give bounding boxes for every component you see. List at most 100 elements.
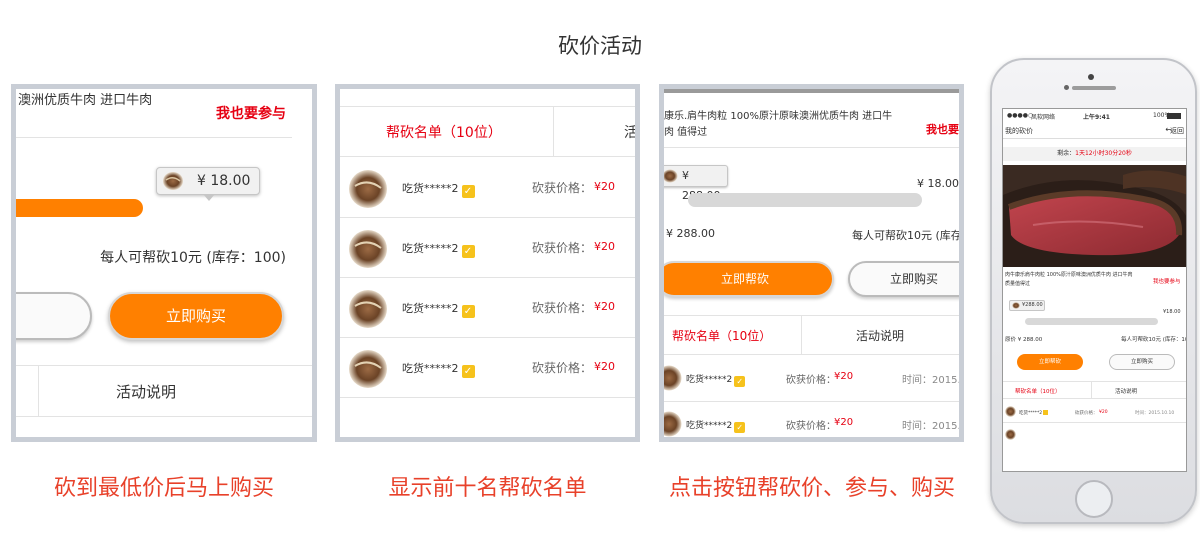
price-value: ¥20 [594, 300, 615, 313]
bubble-price: ¥ 18.00 [197, 173, 251, 189]
price-value: ¥20 [1099, 410, 1108, 415]
tab-bar: 帮砍名单（10位） 活 [340, 107, 635, 157]
helper-name: 吃货*****2 ✓ [402, 180, 475, 198]
status-bar: ●●●●○ 凤软网络 上午9:41 100% [1003, 109, 1186, 123]
tab-divider [38, 366, 39, 416]
verified-icon: ✓ [461, 365, 475, 378]
tab-helper-list[interactable]: 帮砍名单（10位） [386, 122, 502, 142]
avatar [1005, 406, 1016, 417]
secondary-button[interactable] [16, 292, 92, 340]
tab-divider [1091, 382, 1092, 398]
verified-icon: ✓ [461, 245, 475, 258]
list-item: 吃货*****2 砍获价格： ¥20 时间：2015.10.10 [1003, 401, 1186, 423]
time-value: 时间：2015.10. [902, 421, 961, 432]
top-strip [664, 89, 959, 93]
avatar [349, 290, 387, 328]
avatar [349, 170, 387, 208]
progress-bar [16, 199, 208, 217]
limit-text: 每人可帮砍10元 (库存： [852, 229, 964, 242]
buy-now-button[interactable]: 立即购买 [848, 261, 959, 297]
price-bubble: ¥288.00 [1009, 300, 1045, 311]
panel-buy-lowest: 澳洲优质牛肉 进口牛肉 我也要参与 ¥ 18.00 每人可帮砍10元 (库存：1… [11, 84, 317, 442]
tab-activity-info[interactable]: 活动说明 [856, 327, 904, 344]
price-label: 砍获价格： [532, 241, 593, 255]
list-item: 吃货*****2✓ 砍获价格： ¥20 时间：2015.10. [664, 402, 959, 437]
price-label: 砍获价格： [532, 181, 593, 195]
price-label: 砍获价格： [1075, 411, 1098, 416]
price-label: 砍获价格： [532, 361, 593, 375]
product-title: 肉牛康乐肩牛肉粒 100%原汁原味澳洲优质牛肉 进口牛肉 质量值得过 [1005, 272, 1133, 287]
price-label: 砍获价格： [786, 375, 836, 386]
steak-thumbnail-icon [664, 169, 678, 183]
tab-activity-info[interactable]: 活动说明 [116, 381, 176, 402]
limit-text: 每人可帮砍10元 (库存：100) [1121, 337, 1187, 343]
buy-now-button[interactable]: 立即购买 [1109, 354, 1175, 370]
nav-title: 我的砍价 [1005, 127, 1033, 135]
current-price: 原价 ¥ 288.00 [1005, 337, 1043, 343]
list-item: 吃货*****2 ✓ 砍获价格： ¥20 [340, 338, 635, 398]
tab-activity-info[interactable]: 活动说明 [1115, 387, 1137, 395]
phone-screen: ●●●●○ 凤软网络 上午9:41 100% 我的砍价 ← 返回 剩余：1天12… [1002, 108, 1187, 472]
sensor-icon [1064, 85, 1069, 90]
target-price: ¥ 18.00 [917, 177, 959, 190]
tab-divider [801, 316, 802, 354]
progress-fill [16, 199, 143, 217]
divider [16, 137, 292, 138]
price-bubble: ¥ 18.00 [156, 167, 260, 201]
steak-thumbnail-icon [163, 172, 183, 190]
signal-icon: ●●●●○ [1007, 112, 1034, 119]
tab-helper-list[interactable]: 帮砍名单（10位） [672, 327, 771, 344]
list-item: 吃货*****2 ✓ 砍获价格： ¥20 [340, 218, 635, 278]
page-title: 砍价活动 [558, 34, 642, 58]
panel-help-join-buy: 康乐.肩牛肉粒 100%原汁原味澳洲优质牛肉 进口牛肉 值得过 我也要参 ¥ 2… [659, 84, 964, 442]
progress-bar [688, 193, 922, 207]
panel-helper-list: 帮砍名单（10位） 活 吃货*****2 ✓ 砍获价格： ¥20 吃货*****2… [335, 84, 640, 442]
carrier-name: 凤软网络 [1031, 114, 1056, 121]
steak-thumbnail-icon [1012, 302, 1020, 309]
price-value: ¥20 [594, 240, 615, 253]
avatar [349, 230, 387, 268]
camera-icon [1088, 74, 1094, 80]
price-value: ¥20 [594, 180, 615, 193]
avatar [664, 365, 682, 391]
price-label: 砍获价格： [786, 421, 836, 432]
caption-1: 砍到最低价后马上购买 [53, 476, 274, 501]
helper-name: 吃货*****2 ✓ [686, 372, 746, 387]
avatar [349, 350, 387, 388]
tab-helper-list[interactable]: 帮砍名单（10位） [1015, 387, 1061, 395]
caption-3: 点击按钮帮砍价、参与、购买 [668, 476, 955, 501]
list-item: 吃货*****2 ✓ 砍获价格： ¥20 [340, 158, 635, 218]
price-value: ¥20 [594, 360, 615, 373]
home-button[interactable] [1075, 480, 1113, 518]
caption-2: 显示前十名帮砍名单 [388, 476, 587, 501]
helper-name: 吃货*****2 ✓ [402, 300, 475, 318]
verified-icon: ✓ [461, 185, 475, 198]
price-value: ¥20 [834, 417, 854, 428]
back-button[interactable]: 返回 [1170, 126, 1184, 136]
speaker-icon [1072, 86, 1116, 90]
divider [664, 147, 959, 148]
helper-name: 吃货*****2 [1019, 410, 1049, 416]
list-item: 吃货*****2✓ 砍获价格： ¥20 时间：2015.10. [664, 356, 959, 402]
join-link[interactable]: 我也要参与 [216, 103, 286, 123]
join-link[interactable]: 我也要参 [926, 121, 959, 137]
progress-bar [1025, 318, 1158, 325]
help-bargain-button[interactable]: 立即帮砍 [664, 261, 834, 297]
target-price: ¥18.00 [1163, 309, 1181, 315]
tab-activity-info[interactable]: 活 [624, 122, 635, 142]
time-value: 时间：2015.10.10 [1135, 411, 1175, 416]
product-title: 澳洲优质牛肉 进口牛肉 [18, 93, 153, 108]
buy-now-button[interactable]: 立即购买 [108, 292, 284, 340]
verified-icon: ✓ [734, 376, 746, 387]
tab-bar: 帮砍名单（10位） 活动说明 [664, 315, 959, 355]
steak-photo [1003, 165, 1186, 267]
avatar [1005, 429, 1016, 440]
verified-icon: ✓ [461, 305, 475, 318]
time-value: 时间：2015.10. [902, 375, 961, 386]
help-bargain-button[interactable]: 立即帮砍 [1017, 354, 1083, 370]
join-link[interactable]: 我也要参与 [1153, 277, 1181, 285]
phone-mockup: ●●●●○ 凤软网络 上午9:41 100% 我的砍价 ← 返回 剩余：1天12… [990, 58, 1197, 524]
countdown-banner: 剩余：1天12小时30分20秒 [1003, 147, 1186, 161]
helper-name: 吃货*****2 ✓ [402, 240, 475, 258]
tab-bar: 活动说明 [16, 365, 312, 417]
